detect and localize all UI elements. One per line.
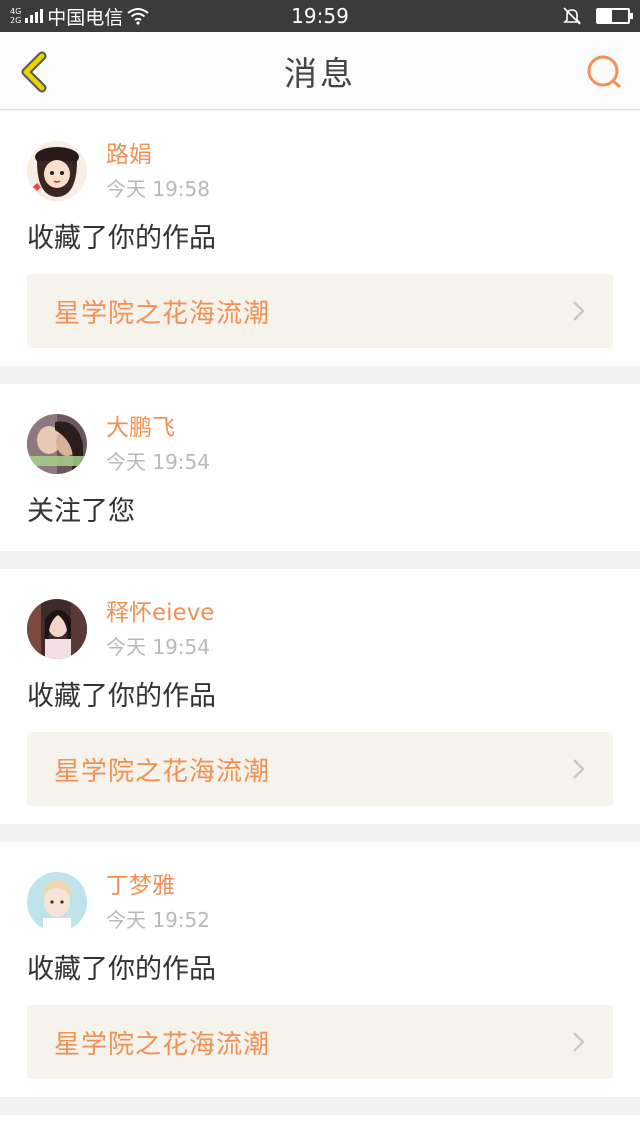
- work-title: 星学院之花海流潮: [54, 1029, 271, 1060]
- work-link[interactable]: 星学院之花海流潮: [27, 274, 613, 348]
- chevron-right-icon: [573, 301, 585, 321]
- network-type-bottom: 2G: [10, 16, 22, 25]
- message-card-partial: [0, 1115, 640, 1138]
- message-card: 丁梦雅 今天 19:52 收藏了你的作品 星学院之花海流潮: [0, 842, 640, 1097]
- chevron-right-icon: [573, 759, 585, 779]
- message-card: 释怀eieve 今天 19:54 收藏了你的作品 星学院之花海流潮: [0, 569, 640, 824]
- work-title: 星学院之花海流潮: [54, 298, 271, 329]
- sender-name[interactable]: 丁梦雅: [106, 872, 210, 900]
- sender-name[interactable]: 释怀eieve: [106, 599, 214, 627]
- mute-bell-icon: [563, 7, 581, 25]
- sender-info: 大鹏飞 今天 19:54: [106, 414, 210, 475]
- status-left: 4G 2G 中国电信: [10, 3, 149, 30]
- wifi-icon: [127, 8, 149, 25]
- message-header: 丁梦雅 今天 19:52: [27, 872, 613, 933]
- status-right: [562, 6, 633, 26]
- message-action: 收藏了你的作品: [27, 954, 216, 985]
- sender-info: 路娟 今天 19:58: [106, 141, 210, 202]
- chevron-right-icon: [573, 1032, 585, 1052]
- signal-icon: [25, 9, 44, 23]
- battery-level: [598, 10, 612, 22]
- avatar[interactable]: [27, 872, 87, 932]
- work-link[interactable]: 星学院之花海流潮: [27, 1005, 613, 1079]
- message-time: 今天 19:54: [106, 635, 210, 659]
- work-link[interactable]: 星学院之花海流潮: [27, 732, 613, 806]
- avatar[interactable]: [27, 141, 87, 201]
- chevron-left-icon[interactable]: [14, 50, 54, 94]
- search-icon[interactable]: [584, 52, 624, 92]
- message-header: 路娟 今天 19:58: [27, 141, 613, 202]
- battery-icon: [596, 8, 633, 24]
- message-header: 释怀eieve 今天 19:54: [27, 599, 613, 660]
- network-type: 4G 2G: [10, 7, 21, 25]
- sender-info: 释怀eieve 今天 19:54: [106, 599, 214, 660]
- work-title: 星学院之花海流潮: [54, 756, 271, 787]
- sender-name[interactable]: 大鹏飞: [106, 414, 210, 442]
- message-time: 今天 19:54: [106, 450, 210, 474]
- message-time: 今天 19:58: [106, 177, 210, 201]
- message-action: 收藏了你的作品: [27, 681, 216, 712]
- carrier-name: 中国电信: [47, 6, 124, 29]
- message-header: 大鹏飞 今天 19:54: [27, 414, 613, 475]
- avatar[interactable]: [27, 414, 87, 474]
- status-bar: 4G 2G 中国电信 19:59: [0, 0, 640, 32]
- message-action: 关注了您: [27, 496, 135, 527]
- avatar[interactable]: [27, 599, 87, 659]
- message-action: 收藏了你的作品: [27, 223, 216, 254]
- message-list: 路娟 今天 19:58 收藏了你的作品 星学院之花海流潮 大鹏飞 今天 19:5…: [0, 111, 640, 1138]
- nav-bar: 消息: [0, 32, 640, 110]
- page-title: 消息: [284, 53, 356, 93]
- message-card: 路娟 今天 19:58 收藏了你的作品 星学院之花海流潮: [0, 111, 640, 366]
- message-time: 今天 19:52: [106, 908, 210, 932]
- sender-name[interactable]: 路娟: [106, 141, 210, 169]
- message-card: 大鹏飞 今天 19:54 关注了您: [0, 384, 640, 551]
- network-type-top: 4G: [10, 7, 22, 16]
- sender-info: 丁梦雅 今天 19:52: [106, 872, 210, 933]
